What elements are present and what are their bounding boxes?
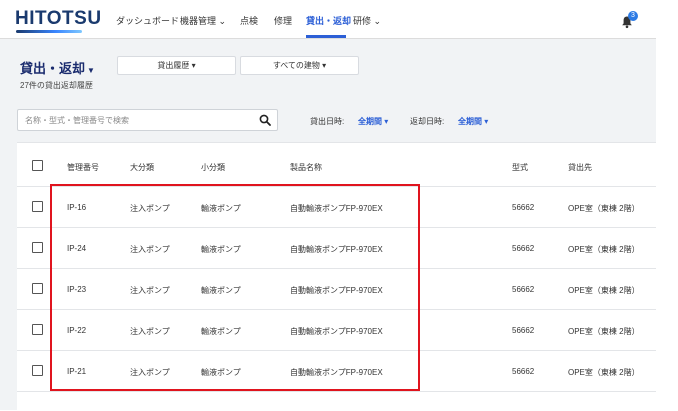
notification-badge: 3 [628, 11, 638, 21]
header-product-name[interactable]: 製品名称 [290, 162, 322, 173]
row-checkbox[interactable] [32, 283, 43, 294]
lend-date-value: 全期間 [358, 117, 382, 126]
cell-minor-category: 輸液ポンプ [201, 245, 241, 254]
caret-down-icon: ▼ [87, 66, 95, 75]
table-row[interactable]: IP-24 注入ポンプ 輸液ポンプ 自動輸液ポンプFP-970EX 56662 … [17, 227, 656, 269]
search-placeholder: 名称・型式・管理番号で検索 [25, 116, 129, 125]
nav-dashboard[interactable]: ダッシュボード [116, 14, 179, 27]
table-row[interactable]: IP-16 注入ポンプ 輸液ポンプ 自動輸液ポンプFP-970EX 56662 … [17, 186, 656, 228]
cell-product-name: 自動輸液ポンプFP-970EX [290, 204, 383, 213]
cell-lent-to: OPE室（東棟 2階） [568, 327, 640, 336]
cell-lent-to: OPE室（東棟 2階） [568, 204, 640, 213]
cell-model: 56662 [512, 244, 535, 253]
building-filter-dropdown[interactable]: すべての建物 ▾ [240, 56, 359, 75]
search-icon[interactable] [259, 114, 271, 126]
cell-lent-to: OPE室（東棟 2階） [568, 368, 640, 377]
cell-minor-category: 輸液ポンプ [201, 204, 241, 213]
nav-training-label: 研修 [353, 16, 372, 26]
nav-lending[interactable]: 貸出・返却 [306, 14, 351, 27]
building-filter-label: すべての建物 [272, 61, 320, 70]
caret-down-icon: ▾ [384, 117, 389, 126]
lending-history-label: 貸出履歴 [157, 61, 190, 70]
caret-down-icon: ▾ [322, 61, 327, 70]
cell-product-name: 自動輸液ポンプFP-970EX [290, 368, 383, 377]
cell-minor-category: 輸液ポンプ [201, 286, 241, 295]
nav-repair[interactable]: 修理 [274, 14, 292, 27]
cell-major-category: 注入ポンプ [130, 368, 170, 377]
cell-model: 56662 [512, 326, 535, 335]
cell-lent-to: OPE室（東棟 2階） [568, 286, 640, 295]
page-title: 貸出・返却 [20, 61, 86, 76]
search-input[interactable]: 名称・型式・管理番号で検索 [17, 109, 278, 131]
cell-id: IP-21 [67, 367, 87, 376]
cell-id: IP-24 [67, 244, 87, 253]
app-logo[interactable]: HITOTSU [15, 8, 102, 30]
return-date-dropdown[interactable]: 全期間 ▾ [458, 116, 488, 127]
lending-table: 管理番号 大分類 小分類 製品名称 型式 貸出先 IP-16 注入ポンプ 輸液ポ… [17, 142, 656, 411]
header-minor-category[interactable]: 小分類 [201, 162, 225, 173]
active-tab-indicator [306, 35, 346, 38]
cell-product-name: 自動輸液ポンプFP-970EX [290, 327, 383, 336]
nav-equipment[interactable]: 機器管理 ⌄ [180, 14, 226, 27]
cell-major-category: 注入ポンプ [130, 286, 170, 295]
table-row[interactable]: IP-23 注入ポンプ 輸液ポンプ 自動輸液ポンプFP-970EX 56662 … [17, 268, 656, 310]
cell-minor-category: 輸液ポンプ [201, 327, 241, 336]
row-checkbox[interactable] [32, 242, 43, 253]
lend-date-dropdown[interactable]: 全期間 ▾ [358, 116, 388, 127]
caret-down-icon: ▾ [484, 117, 489, 126]
cell-lent-to: OPE室（東棟 2階） [568, 245, 640, 254]
cell-model: 56662 [512, 285, 535, 294]
cell-model: 56662 [512, 367, 535, 376]
nav-training[interactable]: 研修 ⌄ [353, 14, 381, 27]
table-row[interactable]: IP-22 注入ポンプ 輸液ポンプ 自動輸液ポンプFP-970EX 56662 … [17, 309, 656, 351]
cell-major-category: 注入ポンプ [130, 245, 170, 254]
cell-id: IP-16 [67, 203, 87, 212]
cell-major-category: 注入ポンプ [130, 204, 170, 213]
row-checkbox[interactable] [32, 324, 43, 335]
caret-down-icon: ▾ [191, 61, 196, 70]
return-date-label: 返却日時: [410, 117, 445, 126]
table-row[interactable]: IP-21 注入ポンプ 輸液ポンプ 自動輸液ポンプFP-970EX 56662 … [17, 350, 656, 392]
header-model[interactable]: 型式 [512, 162, 528, 173]
lend-date-label: 貸出日時: [310, 117, 345, 126]
header-id[interactable]: 管理番号 [67, 162, 99, 173]
header-major-category[interactable]: 大分類 [130, 162, 154, 173]
cell-minor-category: 輸液ポンプ [201, 368, 241, 377]
logo-underline [16, 30, 82, 33]
return-date-value: 全期間 [458, 117, 482, 126]
nav-equipment-label: 機器管理 [180, 16, 217, 26]
select-all-checkbox[interactable] [32, 160, 43, 171]
chevron-down-icon: ⌄ [218, 16, 227, 26]
header-lent-to[interactable]: 貸出先 [568, 162, 592, 173]
cell-model: 56662 [512, 203, 535, 212]
cell-id: IP-23 [67, 285, 87, 294]
row-checkbox[interactable] [32, 365, 43, 376]
cell-id: IP-22 [67, 326, 87, 335]
cell-product-name: 自動輸液ポンプFP-970EX [290, 245, 383, 254]
table-header: 管理番号 大分類 小分類 製品名称 型式 貸出先 [17, 143, 656, 187]
nav-inspection[interactable]: 点検 [240, 14, 258, 27]
record-count: 27件の貸出返却履歴 [20, 81, 93, 90]
page-title-dropdown[interactable]: 貸出・返却 ▼ [20, 58, 95, 77]
chevron-down-icon: ⌄ [373, 16, 382, 26]
lending-history-dropdown[interactable]: 貸出履歴 ▾ [117, 56, 236, 75]
row-checkbox[interactable] [32, 201, 43, 212]
top-nav-bar: HITOTSU ダッシュボード 機器管理 ⌄ 点検 修理 貸出・返却 研修 ⌄ … [0, 0, 656, 39]
cell-major-category: 注入ポンプ [130, 327, 170, 336]
cell-product-name: 自動輸液ポンプFP-970EX [290, 286, 383, 295]
